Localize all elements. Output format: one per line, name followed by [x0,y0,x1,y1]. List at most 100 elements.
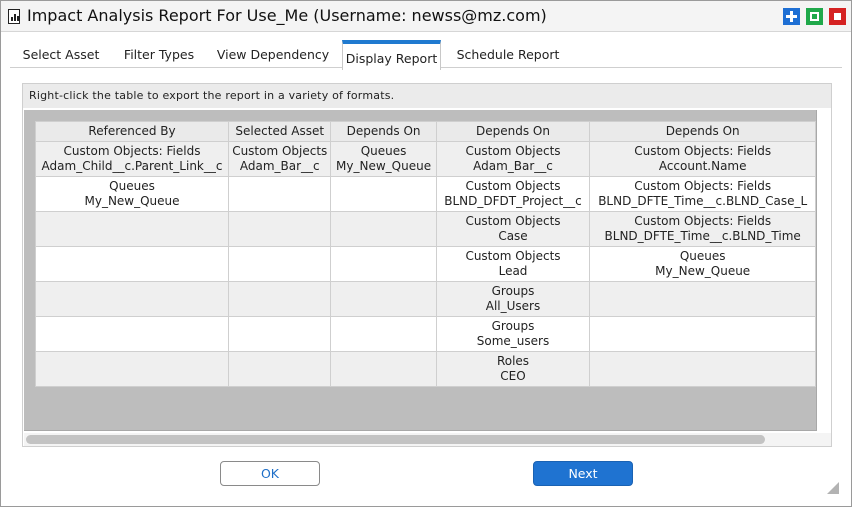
report-table-viewport[interactable]: Referenced By Selected Asset Depends On Dep… [24,110,817,431]
cell-name: Lead [498,264,528,278]
table-cell[interactable] [228,176,332,212]
column-header[interactable]: Referenced By [34,121,230,142]
export-hint: Right-click the table to export the repo… [23,84,831,108]
table-row[interactable]: Custom Objects Lead Queues My_New_Queue [34,246,816,282]
cell-name: Some_users [476,334,550,348]
column-header[interactable]: Depends On [330,121,437,142]
table-cell[interactable]: Custom Objects Adam_Bar__c [435,141,591,177]
cell-name: BLND_DFDT_Project__c [444,194,582,208]
report-table[interactable]: Referenced By Selected Asset Depends On Dep… [34,121,816,387]
table-cell[interactable]: Custom Objects: Fields BLND_DFTE_Time__c.… [589,176,816,212]
column-header[interactable]: Depends On [589,121,816,142]
table-row[interactable]: Custom Objects Case Custom Objects: Fields… [34,211,816,247]
table-cell[interactable] [34,316,230,352]
window-title: Impact Analysis Report For Use_Me (Usern… [27,6,547,25]
cell-name: Adam_Bar__c [239,159,320,173]
table-cell[interactable]: Queues My_New_Queue [34,176,230,212]
scrollbar-thumb[interactable] [26,435,765,444]
resize-grip-icon[interactable] [827,482,839,494]
cell-type: Roles [496,354,530,368]
table-cell[interactable]: Groups Some_users [435,316,591,352]
cell-type: Custom Objects: Fields [63,144,201,158]
table-cell[interactable] [589,316,816,352]
report-chart-icon [8,9,20,24]
table-cell[interactable] [228,211,332,247]
table-cell[interactable] [589,351,816,387]
tab-filter-types[interactable]: Filter Types [112,40,206,68]
cell-name: BLND_DFTE_Time__c.BLND_Time [604,229,801,243]
report-panel: Right-click the table to export the repo… [22,83,832,447]
cell-type: Custom Objects: Fields [634,179,772,193]
table-header-row: Referenced By Selected Asset Depends On Dep… [34,121,816,142]
tab-schedule-report[interactable]: Schedule Report [444,40,572,68]
table-cell[interactable]: Custom Objects Case [435,211,591,247]
ok-button[interactable]: OK [220,461,320,486]
title-bar[interactable]: Impact Analysis Report For Use_Me (Usern… [1,1,851,32]
table-cell[interactable]: Custom Objects: Fields Adam_Child__c.Pare… [34,141,230,177]
table-cell[interactable]: Queues My_New_Queue [330,141,437,177]
cell-name: My_New_Queue [655,264,751,278]
tab-bar: Select Asset Filter Types View Dependenc… [10,40,842,70]
close-icon [834,13,841,20]
maximize-button[interactable] [806,8,823,25]
column-header[interactable]: Selected Asset [228,121,332,142]
cell-type: Queues [679,249,726,263]
cell-name: Adam_Child__c.Parent_Link__c [41,159,223,173]
table-cell[interactable]: Custom Objects: Fields BLND_DFTE_Time__c.… [589,211,816,247]
table-cell[interactable] [330,281,437,317]
cell-type: Custom Objects [465,179,561,193]
table-cell[interactable] [228,316,332,352]
table-cell[interactable]: Queues My_New_Queue [589,246,816,282]
next-button[interactable]: Next [533,461,633,486]
table-cell[interactable] [330,351,437,387]
table-cell[interactable] [34,281,230,317]
cell-name: Adam_Bar__c [473,159,553,173]
table-cell[interactable]: Custom Objects Lead [435,246,591,282]
tab-view-dependency[interactable]: View Dependency [206,40,340,68]
table-row[interactable]: Groups Some_users [34,316,816,352]
cell-type: Queues [109,179,155,193]
table-cell[interactable] [228,351,332,387]
cell-name: CEO [500,369,526,383]
cell-type: Queues [360,144,407,158]
cell-name: Case [498,229,528,243]
cell-type: Custom Objects [465,249,561,263]
column-header[interactable]: Depends On [435,121,591,142]
maximize-icon [810,12,819,21]
table-row[interactable]: Roles CEO [34,351,816,387]
cell-name: My_New_Queue [84,194,180,208]
add-button[interactable] [783,8,800,25]
cell-type: Groups [491,319,535,333]
table-row[interactable]: Groups All_Users [34,281,816,317]
tab-display-report[interactable]: Display Report [342,40,441,70]
table-cell[interactable] [228,281,332,317]
table-row[interactable]: Custom Objects: Fields Adam_Child__c.Pare… [34,141,816,177]
cell-type: Custom Objects: Fields [634,214,772,228]
cell-name: My_New_Queue [336,159,432,173]
cell-type: Custom Objects [232,144,328,158]
table-cell[interactable] [589,281,816,317]
tab-select-asset[interactable]: Select Asset [10,40,112,68]
table-cell[interactable]: Custom Objects Adam_Bar__c [228,141,332,177]
table-cell[interactable]: Groups All_Users [435,281,591,317]
table-cell[interactable] [34,351,230,387]
table-cell[interactable] [34,211,230,247]
cell-type: Custom Objects [465,214,561,228]
table-cell[interactable]: Roles CEO [435,351,591,387]
table-cell[interactable] [330,246,437,282]
cell-name: Account.Name [658,159,747,173]
cell-type: Custom Objects [465,144,561,158]
horizontal-scrollbar[interactable] [24,433,831,446]
table-cell[interactable] [330,211,437,247]
table-cell[interactable]: Custom Objects: Fields Account.Name [589,141,816,177]
table-cell[interactable]: Custom Objects BLND_DFDT_Project__c [435,176,591,212]
table-row[interactable]: Queues My_New_Queue Custom Objects BLND_DFD… [34,176,816,212]
table-cell[interactable] [330,316,437,352]
cell-name: BLND_DFTE_Time__c.BLND_Case_L [598,194,808,208]
table-cell[interactable] [34,246,230,282]
dialog-window: Impact Analysis Report For Use_Me (Usern… [0,0,852,507]
table-cell[interactable] [228,246,332,282]
cell-type: Custom Objects: Fields [634,144,772,158]
table-cell[interactable] [330,176,437,212]
close-button[interactable] [829,8,846,25]
